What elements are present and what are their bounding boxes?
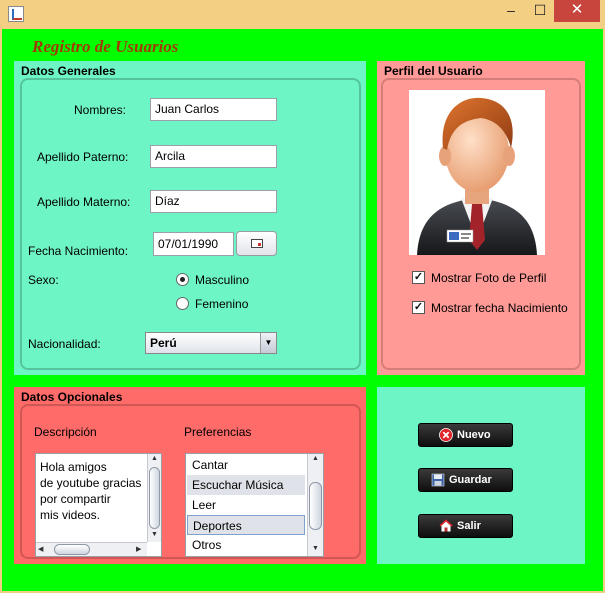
list-item[interactable]: Cantar bbox=[187, 455, 305, 475]
apellido-materno-field[interactable]: Díaz bbox=[150, 190, 277, 213]
list-item[interactable]: Deportes bbox=[187, 515, 305, 535]
scroll-down-icon[interactable]: ▼ bbox=[308, 545, 323, 552]
mostrar-fecha-checkbox[interactable]: ✓ bbox=[412, 301, 425, 314]
fecha-nacimiento-label: Fecha Nacimiento: bbox=[28, 244, 129, 258]
scroll-left-icon[interactable]: ◀ bbox=[38, 545, 43, 553]
scrollbar-thumb[interactable] bbox=[149, 467, 160, 529]
list-item[interactable]: Escuchar Música bbox=[187, 475, 305, 495]
datos-generales-title: Datos Generales bbox=[21, 64, 116, 78]
nombres-label: Nombres: bbox=[74, 103, 127, 117]
nuevo-label: Nuevo bbox=[457, 429, 491, 441]
descripcion-horizontal-scrollbar[interactable]: ◀ ▶ bbox=[36, 542, 147, 556]
scroll-down-icon[interactable]: ▼ bbox=[148, 531, 161, 538]
apellido-materno-label: Apellido Materno: bbox=[37, 195, 131, 209]
preferencias-label: Preferencias bbox=[184, 425, 252, 439]
descripcion-line: mis videos. bbox=[40, 508, 101, 522]
home-icon bbox=[439, 519, 453, 532]
salir-label: Salir bbox=[457, 520, 481, 532]
profile-photo bbox=[409, 90, 545, 255]
guardar-button[interactable]: Guardar bbox=[418, 468, 513, 492]
scrollbar-thumb[interactable] bbox=[54, 544, 90, 555]
scroll-up-icon[interactable]: ▲ bbox=[308, 455, 323, 462]
guardar-label: Guardar bbox=[449, 474, 492, 486]
nombres-field[interactable]: Juan Carlos bbox=[150, 98, 277, 121]
salir-button[interactable]: Salir bbox=[418, 514, 513, 538]
mostrar-fecha-label[interactable]: Mostrar fecha Nacimiento bbox=[431, 301, 568, 315]
sexo-label: Sexo: bbox=[28, 273, 59, 287]
floppy-disk-icon bbox=[431, 473, 445, 487]
descripcion-textarea[interactable]: Hola amigos de youtube gracias por compa… bbox=[35, 453, 162, 557]
perfil-title: Perfil del Usuario bbox=[384, 64, 483, 78]
minimize-button[interactable]: – bbox=[496, 0, 526, 22]
radio-femenino[interactable] bbox=[176, 297, 189, 310]
close-button[interactable]: ✕ bbox=[554, 0, 600, 22]
descripcion-vertical-scrollbar[interactable]: ▲ ▼ bbox=[147, 454, 161, 542]
radio-masculino[interactable] bbox=[176, 273, 189, 286]
list-item[interactable]: Leer bbox=[187, 495, 305, 515]
scroll-up-icon[interactable]: ▲ bbox=[148, 455, 161, 462]
form-title: Registro de Usuarios bbox=[32, 37, 179, 56]
calendar-icon bbox=[251, 239, 263, 248]
descripcion-line: de youtube gracias bbox=[40, 476, 142, 490]
date-picker-button[interactable] bbox=[236, 231, 277, 256]
java-app-icon bbox=[8, 6, 24, 22]
mostrar-foto-checkbox[interactable]: ✓ bbox=[412, 271, 425, 284]
datos-opcionales-title: Datos Opcionales bbox=[21, 390, 123, 404]
list-item[interactable]: Otros bbox=[187, 535, 305, 555]
maximize-button[interactable]: ☐ bbox=[526, 0, 554, 22]
scrollbar-thumb[interactable] bbox=[309, 482, 322, 530]
scroll-right-icon[interactable]: ▶ bbox=[136, 545, 141, 553]
red-x-circle-icon bbox=[439, 428, 453, 442]
descripcion-label: Descripción bbox=[34, 425, 97, 439]
preferencias-scrollbar[interactable]: ▲ ▼ bbox=[307, 454, 323, 556]
user-avatar-icon bbox=[417, 97, 537, 255]
preferencias-list[interactable]: Cantar Escuchar Música Leer Deportes Otr… bbox=[185, 453, 324, 557]
chevron-down-icon[interactable]: ▼ bbox=[260, 333, 276, 353]
radio-masculino-label[interactable]: Masculino bbox=[195, 273, 249, 287]
descripcion-line: por compartir bbox=[40, 492, 111, 506]
nuevo-button[interactable]: Nuevo bbox=[418, 423, 513, 447]
descripcion-line: Hola amigos bbox=[40, 460, 107, 474]
apellido-paterno-label: Apellido Paterno: bbox=[37, 150, 129, 164]
apellido-paterno-field[interactable]: Arcila bbox=[150, 145, 277, 168]
nacionalidad-combobox[interactable]: Perú ▼ bbox=[145, 332, 277, 354]
radio-femenino-label[interactable]: Femenino bbox=[195, 297, 248, 311]
datos-generales-border bbox=[20, 78, 361, 370]
nacionalidad-label: Nacionalidad: bbox=[28, 337, 101, 351]
mostrar-foto-label[interactable]: Mostrar Foto de Perfil bbox=[431, 271, 546, 285]
nacionalidad-value: Perú bbox=[150, 336, 177, 350]
fecha-nacimiento-field[interactable]: 07/01/1990 bbox=[153, 232, 234, 256]
